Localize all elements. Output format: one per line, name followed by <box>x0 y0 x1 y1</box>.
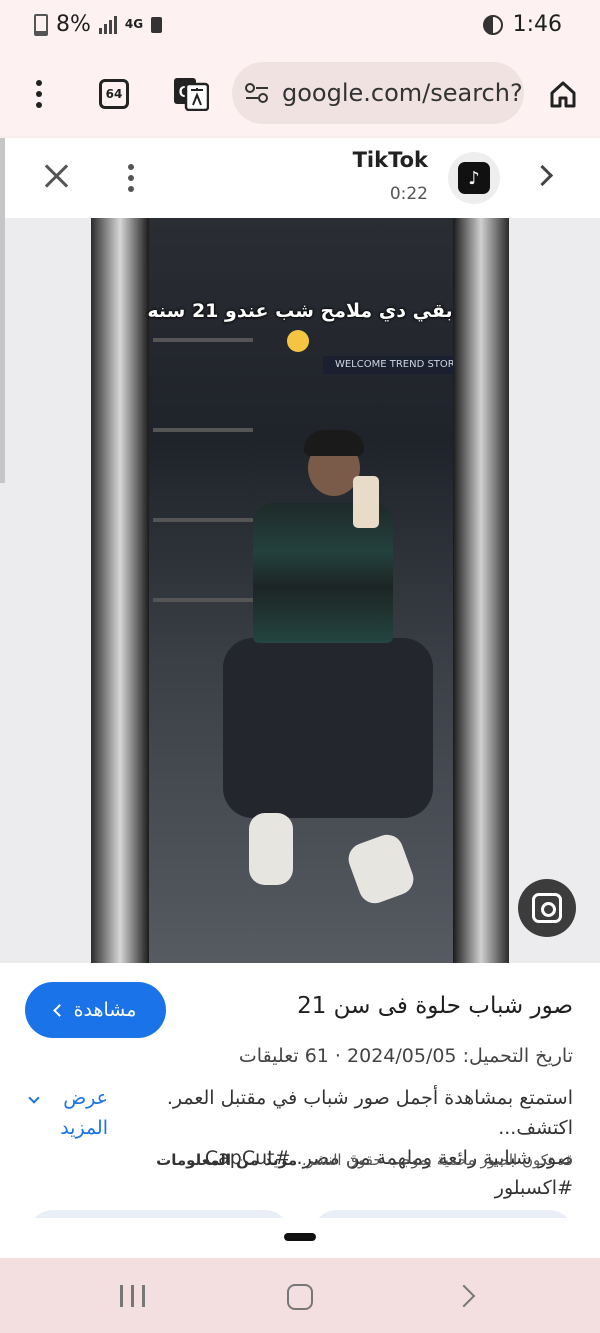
browser-menu-button[interactable] <box>34 74 44 114</box>
source-name[interactable]: TikTok <box>353 148 428 172</box>
copyright-text: قد تكون الصور محمية بموجب حقوق النشر. <box>301 1151 573 1169</box>
image-caption: بقي دي ملامح شب عندو 21 سنه <box>147 300 453 322</box>
home-nav-icon[interactable] <box>287 1284 313 1310</box>
network-type: 4G <box>124 17 144 31</box>
tab-switcher-button[interactable]: 64 <box>96 74 132 114</box>
back-nav-icon[interactable] <box>452 1284 476 1308</box>
image-preview-area: WELCOME TREND STORE بقي دي ملامح شب عندو… <box>0 218 600 963</box>
home-icon <box>550 81 576 108</box>
show-more-link[interactable]: عرض المزيد <box>28 1083 108 1143</box>
home-button[interactable] <box>546 74 580 114</box>
image-viewer-sheet: TikTok 0:22 ♪ WELCOME TREND STORE بقي دي… <box>0 138 600 1260</box>
chevron-right-icon[interactable] <box>531 164 554 187</box>
system-navigation-bar <box>0 1258 600 1333</box>
result-meta: تاريخ التحميل: 2024/05/05 · 61 تعليقات <box>238 1045 573 1067</box>
result-title[interactable]: صور شباب حلوة فى سن 21 <box>297 993 573 1019</box>
sim-icon <box>151 16 163 33</box>
three-dots-vertical-icon <box>128 164 134 192</box>
site-settings-icon <box>245 83 268 103</box>
video-duration: 0:22 <box>389 184 428 204</box>
source-logo[interactable]: ♪ <box>448 152 500 204</box>
translate-button[interactable]: G <box>170 74 212 114</box>
clock: 1:46 <box>512 12 562 37</box>
close-icon[interactable] <box>44 164 68 188</box>
signal-icon <box>98 15 117 34</box>
browser-toolbar: 64 G google.com/search? <box>0 54 600 136</box>
translate-icon: G <box>174 78 209 111</box>
status-left: 8% 4G <box>34 12 163 37</box>
battery-icon <box>34 13 48 36</box>
drag-handle[interactable] <box>284 1233 316 1241</box>
watch-button-label: مشاهدة <box>73 999 137 1021</box>
preview-image[interactable]: WELCOME TREND STORE بقي دي ملامح شب عندو… <box>91 218 509 963</box>
more-info-link[interactable]: مزيد من المعلومات <box>156 1151 297 1169</box>
description-line: استمتع بمشاهدة أجمل صور شباب في مقتبل ال… <box>166 1087 573 1139</box>
three-dots-vertical-icon <box>36 80 42 108</box>
google-lens-icon <box>532 893 562 923</box>
mirror-frame <box>91 218 149 963</box>
store-sign: WELCOME TREND STORE <box>323 356 473 374</box>
tabs-icon: 64 <box>99 79 129 109</box>
gesture-area <box>0 1218 600 1258</box>
battery-percent: 8% <box>56 12 91 37</box>
status-bar: 8% 4G 1:46 <box>0 0 600 54</box>
result-description: استمتع بمشاهدة أجمل صور شباب في مقتبل ال… <box>133 1083 573 1203</box>
mirror-frame <box>453 218 509 963</box>
tiktok-logo-icon: ♪ <box>458 162 490 194</box>
viewer-menu-button[interactable] <box>124 158 138 198</box>
address-bar[interactable]: google.com/search? <box>232 62 524 124</box>
url-text: google.com/search? <box>282 79 523 107</box>
copyright-note: قد تكون الصور محمية بموجب حقوق النشر. مز… <box>156 1151 573 1169</box>
confused-emoji-icon <box>287 330 309 352</box>
scroll-indicator <box>0 138 5 483</box>
chevron-left-icon <box>52 1003 66 1017</box>
result-info: مشاهدة صور شباب حلوة فى سن 21 تاريخ التح… <box>0 963 600 1260</box>
recent-apps-icon[interactable] <box>120 1285 145 1307</box>
viewer-header: TikTok 0:22 ♪ <box>0 138 600 218</box>
status-right: 1:46 <box>482 12 562 37</box>
google-lens-button[interactable] <box>518 879 576 937</box>
do-not-disturb-icon <box>482 14 503 35</box>
watch-button[interactable]: مشاهدة <box>25 982 166 1038</box>
